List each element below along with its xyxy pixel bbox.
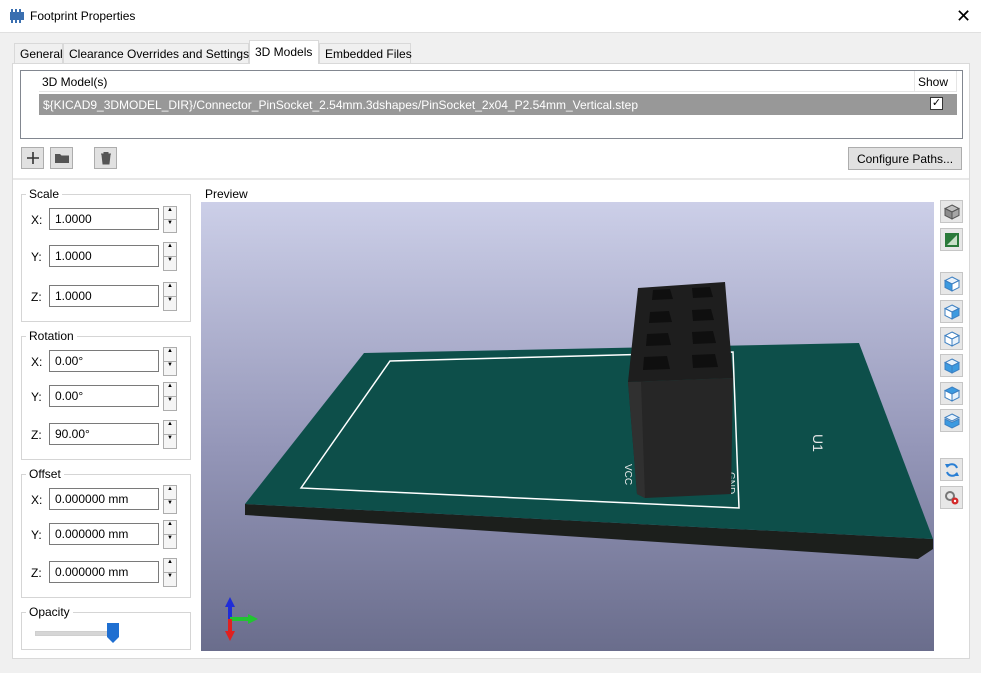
view-3d-button[interactable]	[940, 200, 963, 223]
scale-z-spinner[interactable]: ▲ ▼	[163, 282, 177, 311]
offset-z-spinner[interactable]: ▲ ▼	[163, 558, 177, 587]
offset-y-input[interactable]: 0.000000 mm	[49, 523, 159, 545]
opacity-slider-thumb[interactable]	[107, 623, 119, 643]
column-header-show[interactable]: Show	[915, 71, 957, 92]
view-3d-icon	[943, 203, 960, 220]
browse-model-button[interactable]	[50, 147, 73, 169]
rotation-z-input[interactable]: 90.00°	[49, 423, 159, 445]
tab-embedded-files[interactable]: Embedded Files	[319, 43, 412, 63]
rotation-z-label: Z:	[31, 428, 42, 442]
rotation-y-input[interactable]: 0.00°	[49, 385, 159, 407]
scale-x-input[interactable]: 1.0000	[49, 208, 159, 230]
offset-x-spinner[interactable]: ▲ ▼	[163, 485, 177, 514]
view-top-button[interactable]	[940, 382, 963, 405]
offset-label: Offset	[26, 467, 64, 481]
scale-label: Scale	[26, 187, 63, 201]
view-right-button[interactable]	[940, 300, 963, 323]
preview-label: Preview	[205, 187, 248, 201]
offset-x-input[interactable]: 0.000000 mm	[49, 488, 159, 510]
folder-icon	[54, 154, 69, 163]
view-back-button[interactable]	[940, 354, 963, 377]
offset-z-input[interactable]: 0.000000 mm	[49, 561, 159, 583]
rotation-x-spinner[interactable]: ▲ ▼	[163, 347, 177, 376]
model-row[interactable]: ${KICAD9_3DMODEL_DIR}/Connector_PinSocke…	[39, 94, 957, 115]
scale-y-label: Y:	[31, 250, 42, 264]
view-back-icon	[943, 357, 960, 374]
add-model-button[interactable]	[21, 147, 44, 169]
view-right-icon	[943, 303, 960, 320]
row-gutter	[21, 94, 39, 115]
rotation-x-input[interactable]: 0.00°	[49, 350, 159, 372]
title-bar	[0, 0, 981, 32]
scale-z-input[interactable]: 1.0000	[49, 285, 159, 307]
configure-paths-button[interactable]: Configure Paths...	[848, 147, 962, 170]
view-front-icon	[943, 330, 960, 347]
pin-socket-model	[628, 282, 733, 498]
offset-x-label: X:	[31, 493, 43, 507]
tab-general[interactable]: General	[14, 43, 63, 63]
view-left-icon	[943, 275, 960, 292]
settings-icon	[944, 490, 958, 504]
view-bottom-icon	[943, 412, 960, 429]
opacity-label: Opacity	[26, 605, 73, 619]
silkscreen-ref: U1	[810, 434, 826, 452]
scale-z-label: Z:	[31, 290, 42, 304]
close-button[interactable]: ✕	[946, 0, 981, 32]
column-header-3d-models[interactable]: 3D Model(s)	[39, 71, 915, 92]
scale-x-spinner[interactable]: ▲ ▼	[163, 206, 177, 233]
tab-3d-models[interactable]: 3D Models	[249, 40, 319, 64]
reload-icon	[944, 462, 959, 477]
delete-model-button[interactable]	[94, 147, 117, 169]
offset-y-spinner[interactable]: ▲ ▼	[163, 520, 177, 549]
view-front-button[interactable]	[940, 327, 963, 350]
offset-z-label: Z:	[31, 566, 42, 580]
footprint-app-icon	[10, 9, 24, 23]
scale-y-spinner[interactable]: ▲ ▼	[163, 242, 177, 271]
offset-y-label: Y:	[31, 528, 42, 542]
3d-preview-canvas[interactable]: U1 VCC GND	[201, 202, 934, 651]
rotation-y-spinner[interactable]: ▲ ▼	[163, 382, 177, 411]
view-top-icon	[943, 385, 960, 402]
rotation-y-label: Y:	[31, 390, 42, 404]
3d-scene: U1 VCC GND	[225, 282, 933, 641]
window-title: Footprint Properties	[30, 9, 136, 23]
view-left-button[interactable]	[940, 272, 963, 295]
material-icon	[944, 232, 959, 247]
reload-button[interactable]	[940, 458, 963, 481]
scale-y-input[interactable]: 1.0000	[49, 245, 159, 267]
rotation-label: Rotation	[26, 329, 77, 343]
view-bottom-button[interactable]	[940, 409, 963, 432]
plus-icon	[26, 152, 39, 164]
material-button[interactable]	[940, 228, 963, 251]
separator	[13, 178, 969, 180]
trash-icon	[100, 152, 111, 165]
show-checkbox[interactable]: ✓	[930, 97, 943, 110]
scale-x-label: X:	[31, 213, 43, 227]
tab-clearance-overrides[interactable]: Clearance Overrides and Settings	[63, 43, 249, 63]
rotation-x-label: X:	[31, 355, 43, 369]
silkscreen-pin-vcc: VCC	[622, 464, 633, 485]
rotation-z-spinner[interactable]: ▲ ▼	[163, 420, 177, 449]
settings-button[interactable]	[940, 486, 963, 509]
axis-triad	[225, 597, 258, 641]
